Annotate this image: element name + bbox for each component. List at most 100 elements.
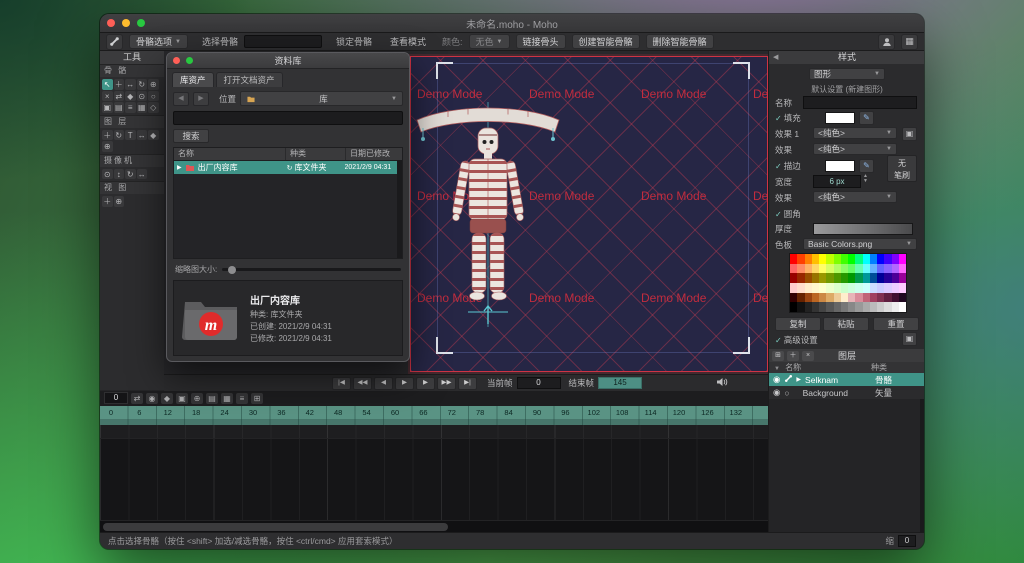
palette-swatch[interactable] (811, 282, 819, 293)
palette-swatch[interactable] (891, 282, 899, 293)
palette-swatch[interactable] (877, 282, 885, 293)
layer-row-selknam[interactable]: ◉ ▶ Selknam 骨骼 (769, 373, 924, 386)
palette-swatch[interactable] (797, 273, 805, 283)
effect2-select[interactable]: <纯色> ▼ (813, 143, 897, 155)
flexi-bind-tool[interactable]: ▤ (113, 102, 124, 113)
scale-bone-tool[interactable]: ↔ (125, 79, 136, 90)
timeline-ruler[interactable]: 0 6 12 18 24 30 36 42 48 54 60 66 72 78 84 90 96 102 108 11… (100, 406, 768, 419)
width-stepper[interactable]: ▲ ▼ (863, 174, 868, 184)
palette-swatch[interactable] (898, 273, 906, 283)
palette-swatch[interactable] (848, 273, 856, 283)
palette-swatch[interactable] (826, 263, 834, 274)
nav-back-icon[interactable]: ◀ (173, 91, 189, 106)
palette-swatch[interactable] (898, 302, 906, 312)
link-bone-button[interactable]: 链接骨头 (515, 34, 566, 49)
palette-swatch[interactable] (797, 302, 805, 312)
palette-swatch[interactable] (826, 292, 834, 303)
key-interp-icon[interactable]: ◆ (161, 392, 173, 404)
autokey-icon[interactable]: ◉ (146, 392, 158, 404)
location-select[interactable]: 库 ▼ (240, 91, 403, 106)
jump-start-button[interactable]: |◀ (332, 376, 351, 390)
palette-swatch[interactable] (877, 254, 885, 264)
library-search-input[interactable] (173, 111, 403, 125)
palette-swatch[interactable] (797, 282, 805, 293)
palette-swatch[interactable] (840, 302, 848, 312)
palette-swatch[interactable] (891, 254, 899, 264)
reparent-bone-tool[interactable]: ⇄ (113, 90, 124, 101)
palette-swatch[interactable] (840, 263, 848, 274)
bind-layer-tool[interactable]: ⊙ (136, 90, 147, 101)
document-bounds[interactable]: Demo ModeDemo ModeDemo ModeDemo ModeDemo… (410, 56, 768, 372)
reset-style-button[interactable]: 重置 (873, 317, 919, 331)
palette-swatch[interactable] (898, 292, 906, 303)
rotate-layer-tool[interactable]: ↻ (113, 129, 124, 140)
disclosure-icon[interactable]: ▶ (796, 376, 801, 383)
bone-constraint-tool[interactable]: ≡ (125, 102, 136, 113)
insert-text-tool[interactable]: T (125, 129, 136, 140)
palette-swatch[interactable] (797, 263, 805, 274)
palette-swatch[interactable] (790, 292, 798, 303)
palette-swatch[interactable] (848, 282, 856, 293)
panel-layout-icon[interactable]: ▦ (901, 33, 918, 50)
search-button[interactable]: 搜索 (173, 129, 209, 143)
palette-swatch[interactable] (826, 302, 834, 312)
palette-swatch[interactable] (898, 254, 906, 264)
palette-swatch[interactable] (804, 302, 812, 312)
no-brush-button[interactable]: 无 笔刷 (887, 155, 917, 182)
palette-swatch[interactable] (862, 282, 870, 293)
palette-swatch[interactable] (869, 292, 877, 303)
spin-down-icon[interactable]: ▼ (863, 178, 868, 184)
pan-tilt-camera-tool[interactable]: ↔ (136, 168, 147, 179)
palette-swatch[interactable] (891, 263, 899, 274)
step-back-button[interactable]: ◀ (374, 376, 393, 390)
palette-swatch[interactable] (898, 263, 906, 274)
style-target-select[interactable]: 图形 ▼ (809, 68, 885, 80)
palette-swatch[interactable] (833, 302, 841, 312)
corner-label[interactable]: ✓ 圆角 (775, 208, 801, 220)
palette-swatch[interactable] (811, 302, 819, 312)
zoom-camera-tool[interactable]: ↕ (113, 168, 124, 179)
delete-bone-tool[interactable]: × (102, 90, 113, 101)
swatch-file-select[interactable]: Basic Colors.png ▼ (803, 238, 917, 250)
palette-swatch[interactable] (790, 273, 798, 283)
effect1-options-icon[interactable]: ▣ (902, 127, 917, 141)
sound-track-icon[interactable]: ≡ (236, 392, 248, 404)
palette-swatch[interactable] (891, 302, 899, 312)
paint-bucket-tool[interactable]: ⊕ (102, 141, 113, 152)
palette-swatch[interactable] (804, 292, 812, 303)
palette-swatch[interactable] (797, 254, 805, 264)
advanced-options-icon[interactable]: ▣ (902, 332, 917, 346)
channel-view-icon[interactable]: ▣ (176, 392, 188, 404)
layer-row-background[interactable]: ◉ ○ Background 矢量 (769, 386, 924, 399)
eye-icon[interactable]: ◉ (773, 374, 780, 385)
timeline-frame-indicator[interactable]: 0 (104, 392, 128, 404)
nav-forward-icon[interactable]: ▶ (193, 91, 209, 106)
palette-swatch[interactable] (819, 282, 827, 293)
palette-swatch[interactable] (877, 292, 885, 303)
select-bone-tool[interactable]: ↖ (102, 79, 113, 90)
palette-swatch[interactable] (862, 292, 870, 303)
palette-swatch[interactable] (790, 263, 798, 274)
palette-swatch[interactable] (848, 254, 856, 264)
palette-swatch[interactable] (855, 263, 863, 274)
color-select[interactable]: 无色 ▼ (468, 34, 510, 49)
next-keyframe-button[interactable]: ▶▶ (437, 376, 456, 390)
palette-swatch[interactable] (848, 263, 856, 274)
palette-swatch[interactable] (891, 292, 899, 303)
palette-swatch[interactable] (862, 273, 870, 283)
palette-swatch[interactable] (877, 302, 885, 312)
library-row-factory-content[interactable]: ▶ 出厂内容库 ↻ 库文件夹 2021/2/9 04:31 (174, 161, 402, 174)
stroke-width-input[interactable]: 6 px (813, 175, 861, 188)
pan-tool[interactable]: ＋ (102, 196, 113, 207)
thumbnail-size-slider[interactable] (222, 265, 401, 274)
bone-options-button[interactable]: 骨骼选项 ▼ (129, 34, 188, 49)
palette-swatch[interactable] (869, 302, 877, 312)
roll-camera-tool[interactable]: ↻ (125, 168, 136, 179)
eye-icon[interactable]: ◉ (773, 387, 780, 398)
view-mode-label[interactable]: 查看模式 (390, 35, 426, 48)
follow-path-tool[interactable]: ↔ (136, 129, 147, 140)
palette-swatch[interactable] (884, 254, 892, 264)
palette-swatch[interactable] (869, 273, 877, 283)
timeline-channels[interactable] (100, 425, 768, 520)
palette-swatch[interactable] (891, 273, 899, 283)
